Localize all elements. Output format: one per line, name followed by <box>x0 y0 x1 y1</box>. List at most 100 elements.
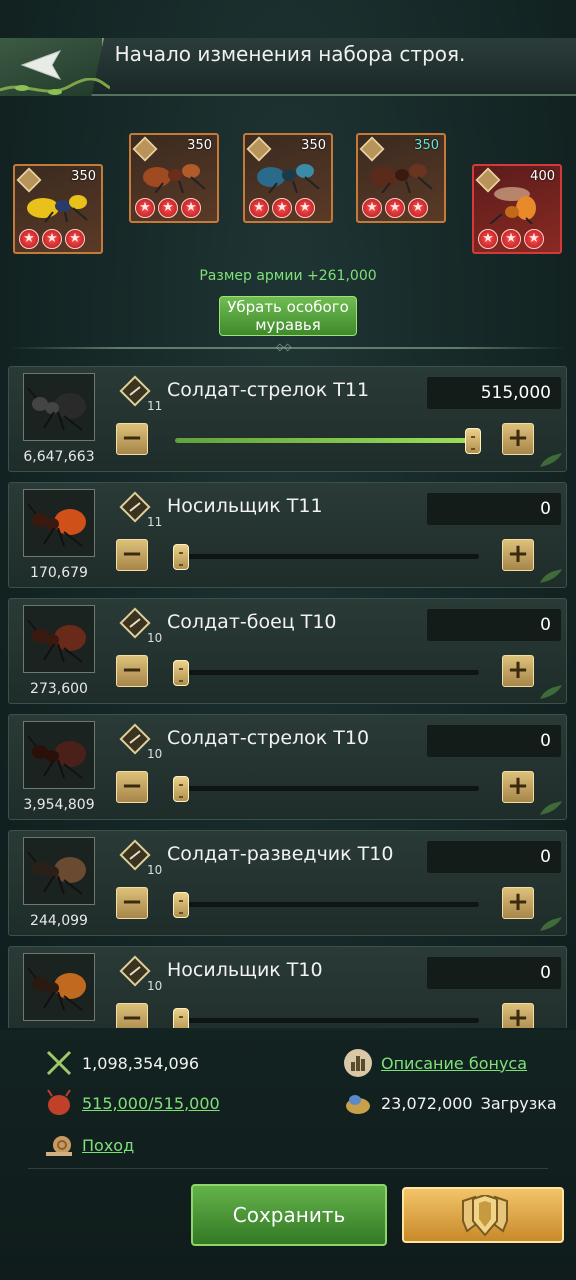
increase-button[interactable]: + <box>502 423 534 455</box>
decrease-button[interactable]: − <box>116 771 148 803</box>
troop-name: Носильщик Т11 <box>167 495 323 517</box>
slider-handle[interactable] <box>173 1008 189 1028</box>
back-arrow-icon <box>20 50 62 80</box>
troop-tier: 10 <box>147 863 163 877</box>
troop-quantity-slider[interactable] <box>175 786 479 791</box>
troop-capacity-link[interactable]: 515,000/515,000 <box>82 1094 220 1113</box>
troop-quantity-input[interactable]: 0 <box>427 493 561 525</box>
star-icon: ★ <box>501 229 521 249</box>
special-ant-value: 350 <box>301 138 326 153</box>
slider-handle[interactable] <box>173 776 189 802</box>
bottom-divider <box>28 1168 548 1169</box>
increase-button[interactable]: + <box>502 771 534 803</box>
increase-button[interactable]: + <box>502 539 534 571</box>
slider-handle[interactable] <box>173 544 189 570</box>
star-rating: ★ ★ ★ <box>362 198 428 218</box>
ant-portrait-icon <box>27 387 86 431</box>
troop-tier: 11 <box>147 399 163 413</box>
star-icon: ★ <box>272 198 292 218</box>
bonus-stat: Описание бонуса <box>343 1048 527 1078</box>
troop-quantity-input[interactable]: 0 <box>427 841 561 873</box>
troop-available-count: 244,099 <box>30 913 88 929</box>
star-icon: ★ <box>135 198 155 218</box>
troop-row: 244,099 10 Солдат-разведчик Т10 0 − + <box>8 830 567 936</box>
troop-portrait <box>23 373 95 441</box>
troop-name: Солдат-стрелок Т10 <box>167 727 370 749</box>
cargo-icon <box>346 1095 370 1114</box>
leaf-decoration <box>540 569 562 583</box>
troop-row: 3,954,809 10 Солдат-стрелок Т10 0 − + <box>8 714 567 820</box>
winged-ant-icon <box>489 187 536 224</box>
troop-row: 6,647,663 11 Солдат-стрелок Т11 515,000 … <box>8 366 567 472</box>
slider-handle[interactable] <box>465 428 481 454</box>
increase-button[interactable]: + <box>502 887 534 919</box>
slider-handle[interactable] <box>173 892 189 918</box>
slider-handle[interactable] <box>173 660 189 686</box>
troop-tier: 10 <box>147 631 163 645</box>
troop-quantity-slider[interactable] <box>175 670 479 675</box>
troop-portrait <box>23 837 95 905</box>
special-ant-slot-5[interactable]: 400 ★ ★ ★ <box>472 164 562 254</box>
increase-button[interactable]: + <box>502 1003 534 1028</box>
troop-row: 10 Носильщик Т10 0 − + <box>8 946 567 1028</box>
troop-list[interactable]: 6,647,663 11 Солдат-стрелок Т11 515,000 … <box>0 362 576 1028</box>
troop-quantity-slider[interactable] <box>175 902 479 907</box>
troop-available-count: 6,647,663 <box>23 449 95 465</box>
troop-portrait <box>23 953 95 1021</box>
troop-row: 170,679 11 Носильщик Т11 0 − + <box>8 482 567 588</box>
power-value: 1,098,354,096 <box>82 1053 200 1073</box>
troop-quantity-slider[interactable] <box>175 1018 479 1023</box>
troop-available-count: 273,600 <box>30 681 88 697</box>
increase-button[interactable]: + <box>502 655 534 687</box>
decrease-button[interactable]: − <box>116 539 148 571</box>
ant-portrait-icon <box>27 735 86 779</box>
troop-available-count: 3,954,809 <box>23 797 95 813</box>
shield-icon <box>462 1195 508 1237</box>
decrease-button[interactable]: − <box>116 1003 148 1028</box>
special-ant-value: 350 <box>71 169 96 184</box>
star-icon: ★ <box>249 198 269 218</box>
yellow-ant-icon <box>27 195 88 223</box>
troop-quantity-input[interactable]: 0 <box>427 957 561 989</box>
special-ant-slot-3[interactable]: 350 ★ ★ ★ <box>243 133 333 223</box>
troop-quantity-slider[interactable] <box>175 554 479 559</box>
ant-portrait-icon <box>27 503 86 547</box>
brown-ant-icon <box>143 164 206 193</box>
troop-row: 273,600 10 Солдат-боец Т10 0 − + <box>8 598 567 704</box>
page-title: Начало изменения набора строя. <box>114 42 466 66</box>
leaf-decoration <box>540 801 562 815</box>
decrease-button[interactable]: − <box>116 887 148 919</box>
special-ant-value: 350 <box>187 138 212 153</box>
troop-portrait <box>23 489 95 557</box>
save-button[interactable]: Сохранить <box>191 1184 387 1246</box>
ant-head-icon <box>47 1089 71 1115</box>
star-rating: ★ ★ ★ <box>478 229 544 249</box>
ant-portrait-icon <box>27 619 86 663</box>
crossed-swords-icon <box>46 1050 72 1076</box>
remove-special-ant-button[interactable]: Убрать особого муравья <box>219 296 357 336</box>
special-ant-slot-1[interactable]: 350 ★ ★ ★ <box>13 164 103 254</box>
bonus-description-link[interactable]: Описание бонуса <box>381 1054 527 1073</box>
header-bar: Начало изменения набора строя. <box>0 38 576 96</box>
star-icon: ★ <box>362 198 382 218</box>
ant-portrait-icon <box>27 967 86 1011</box>
troop-quantity-input[interactable]: 0 <box>427 609 561 641</box>
troop-portrait <box>23 721 95 789</box>
army-size-text: Размер армии +261,000 <box>199 268 377 284</box>
decrease-button[interactable]: − <box>116 423 148 455</box>
march-link[interactable]: Поход <box>82 1136 134 1155</box>
special-ant-slot-4[interactable]: 350 ★ ★ ★ <box>356 133 446 223</box>
troop-portrait <box>23 605 95 673</box>
shield-preset-button[interactable] <box>402 1187 564 1243</box>
blue-ant-icon <box>257 164 320 193</box>
special-ant-value: 350 <box>414 138 439 153</box>
dark-ant-icon <box>370 164 433 193</box>
special-ant-slot-2[interactable]: 350 ★ ★ ★ <box>129 133 219 223</box>
star-rating: ★ ★ ★ <box>249 198 315 218</box>
troop-available-count: 170,679 <box>30 565 88 581</box>
ant-portrait-icon <box>27 851 86 895</box>
troop-quantity-input[interactable]: 515,000 <box>427 377 561 409</box>
troop-quantity-input[interactable]: 0 <box>427 725 561 757</box>
decrease-button[interactable]: − <box>116 655 148 687</box>
troop-quantity-slider[interactable] <box>175 438 479 443</box>
